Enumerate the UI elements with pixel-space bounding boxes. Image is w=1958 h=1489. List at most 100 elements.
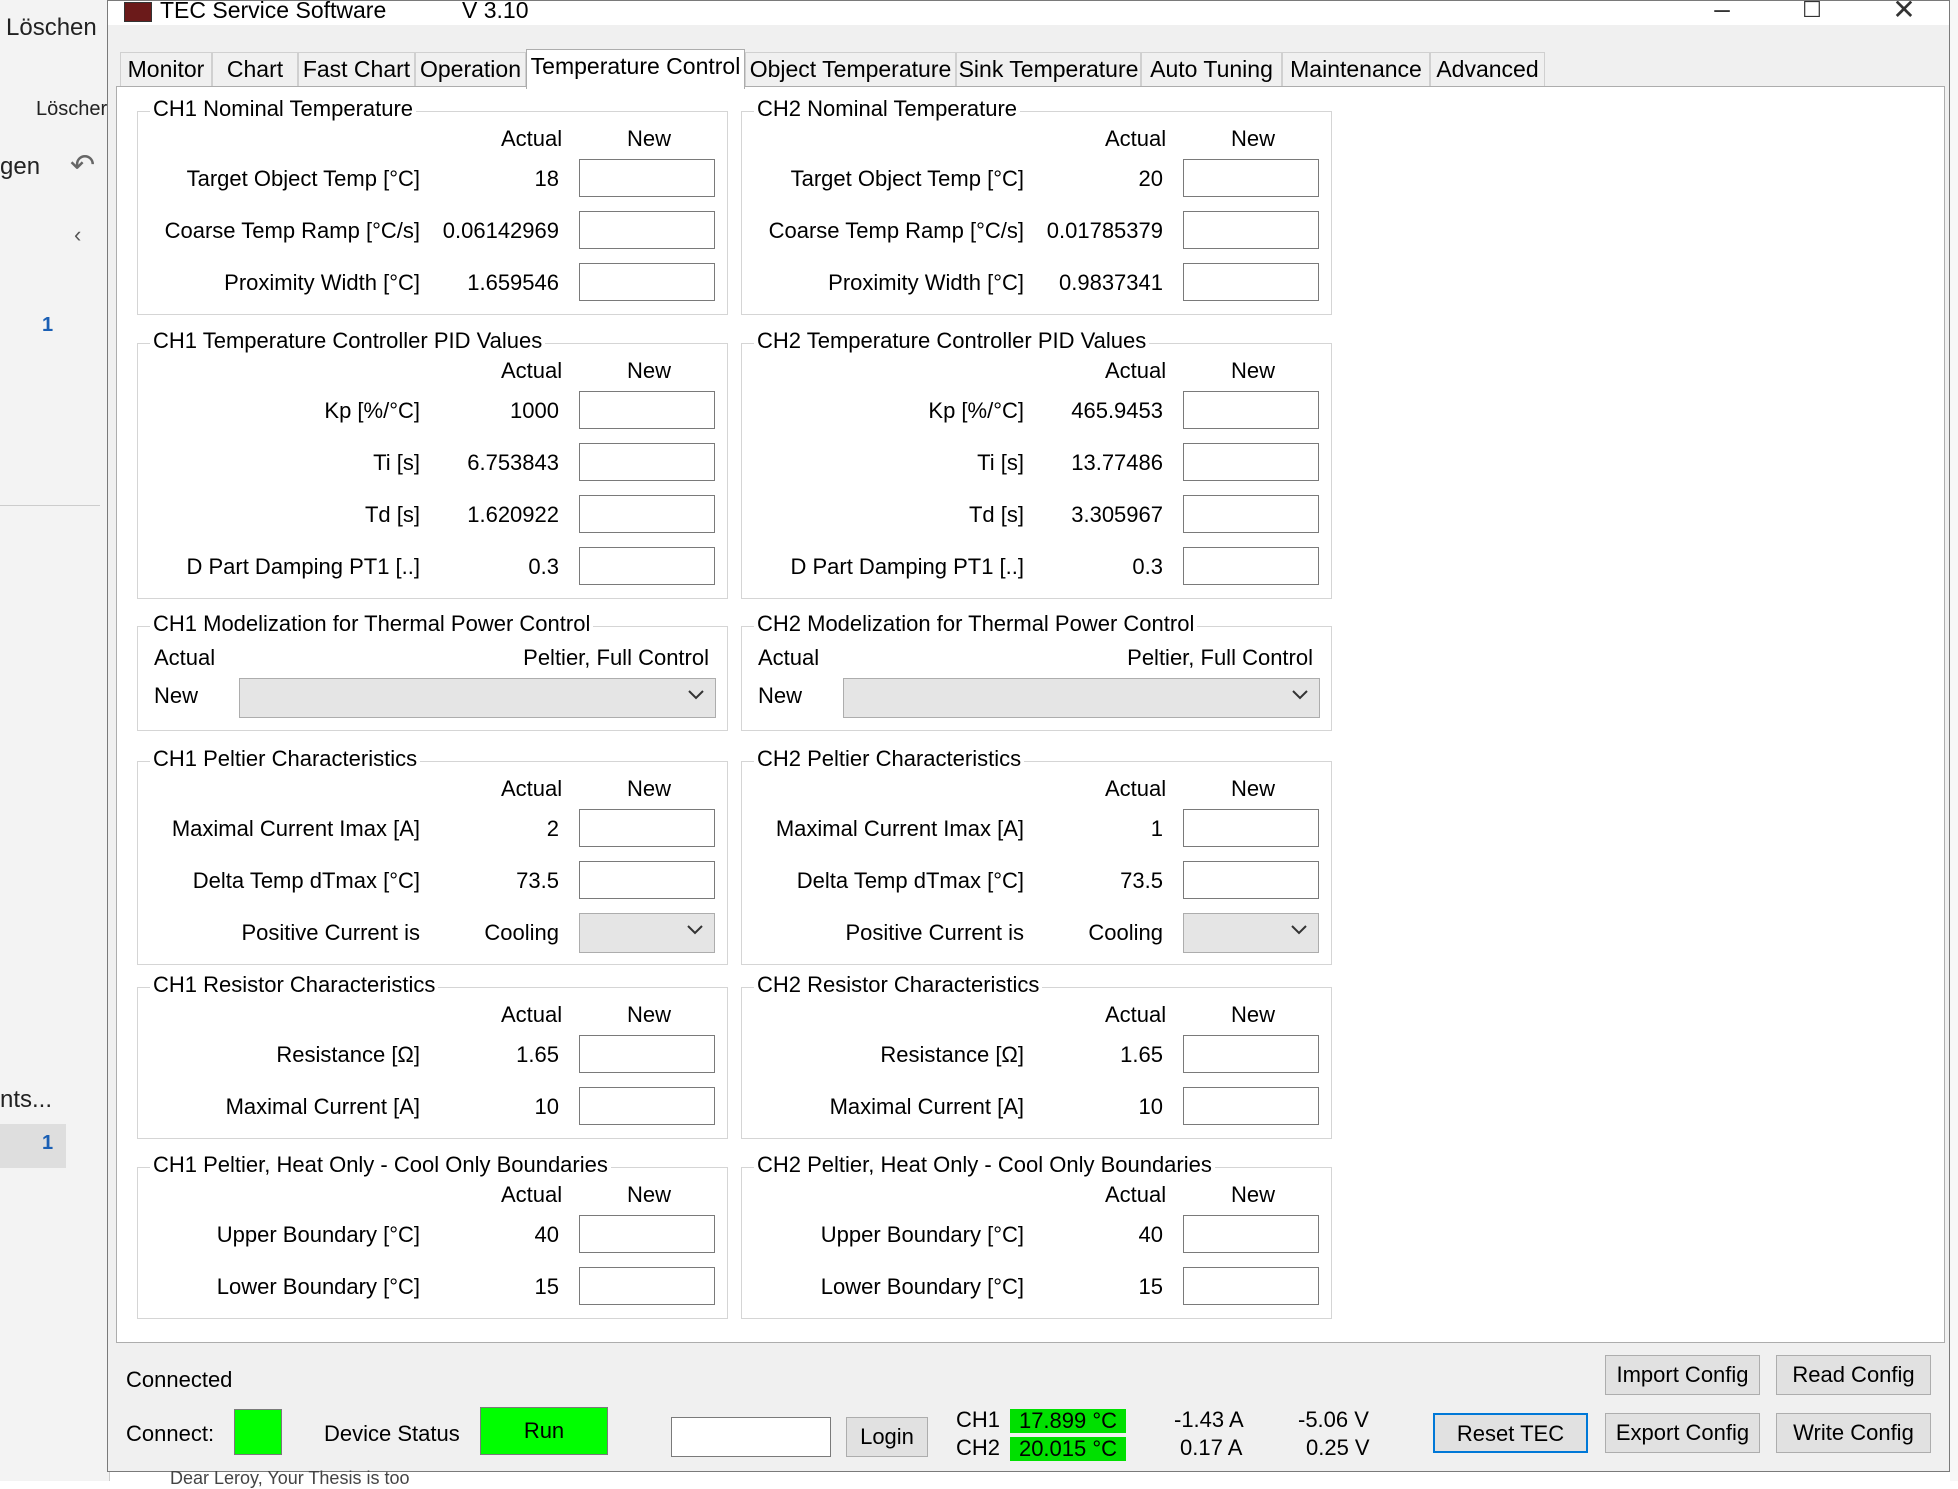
tab-maintenance[interactable]: Maintenance	[1282, 52, 1430, 87]
positive-current-value: Cooling	[1088, 920, 1163, 945]
model-new-select[interactable]	[843, 678, 1320, 718]
device-status-value: Run	[523, 1418, 565, 1443]
proximity-width-input[interactable]	[1183, 263, 1319, 301]
coarse-temp-ramp-label: Coarse Temp Ramp [°C/s]	[164, 218, 420, 243]
delta-temp-input[interactable]	[579, 861, 715, 899]
new-header: New	[1231, 1002, 1276, 1027]
ch2-model-group: CH2 Modelization for Thermal Power Contr…	[741, 611, 1332, 731]
tab-advanced[interactable]: Advanced	[1430, 52, 1545, 87]
positive-current-label: Positive Current is	[241, 920, 420, 945]
d-part-damping-value: 0.3	[1132, 554, 1163, 579]
tab-strip: Monitor Chart Fast Chart Operation Tempe…	[120, 49, 1660, 89]
kp-input[interactable]	[579, 391, 715, 429]
kp-input[interactable]	[1183, 391, 1319, 429]
read-config-button[interactable]: Read Config	[1776, 1355, 1931, 1395]
background-app: Löschen Löscher gen ↶ ‹ 1 nts... 1	[0, 0, 110, 1481]
group-title: CH2 Resistor Characteristics	[754, 972, 1043, 998]
resistance-input[interactable]	[579, 1035, 715, 1073]
password-input[interactable]	[671, 1417, 831, 1457]
tab-chart[interactable]: Chart	[212, 52, 298, 87]
target-object-temp-value: 20	[1138, 166, 1163, 191]
max-current-label: Maximal Current [A]	[225, 1094, 420, 1119]
title-bar: TEC Service Software V 3.10 – ☐ ✕	[108, 1, 1949, 25]
new-header: New	[1231, 1182, 1276, 1207]
new-header: New	[1231, 776, 1276, 801]
tab-monitor[interactable]: Monitor	[120, 52, 212, 87]
max-current-input[interactable]	[579, 1087, 715, 1125]
max-current-imax-label: Maximal Current Imax [A]	[775, 816, 1024, 841]
td-input[interactable]	[579, 495, 715, 533]
close-icon[interactable]: ✕	[1884, 1, 1924, 25]
ch2-pid-group: CH2 Temperature Controller PID Values Ac…	[741, 328, 1332, 599]
divider	[0, 505, 100, 506]
coarse-temp-ramp-input[interactable]	[1183, 211, 1319, 249]
ti-input[interactable]	[579, 443, 715, 481]
chevron-left-icon[interactable]: ‹	[74, 222, 81, 248]
max-current-imax-input[interactable]	[1183, 809, 1319, 847]
positive-current-select[interactable]	[1183, 913, 1319, 953]
import-config-button[interactable]: Import Config	[1605, 1355, 1760, 1395]
coarse-temp-ramp-input[interactable]	[579, 211, 715, 249]
minimize-icon[interactable]: –	[1702, 1, 1742, 24]
delta-temp-label: Delta Temp dTmax [°C]	[192, 868, 420, 893]
actual-header: Actual	[1105, 358, 1167, 383]
tab-fast-chart[interactable]: Fast Chart	[298, 52, 415, 87]
model-new-select[interactable]	[239, 678, 716, 718]
tab-auto-tuning[interactable]: Auto Tuning	[1141, 52, 1282, 87]
coarse-temp-ramp-value: 0.06142969	[442, 218, 559, 243]
lower-boundary-input[interactable]	[579, 1267, 715, 1305]
delete-sub-label: Löscher	[36, 98, 108, 120]
resistance-input[interactable]	[1183, 1035, 1319, 1073]
td-input[interactable]	[1183, 495, 1319, 533]
upper-boundary-input[interactable]	[579, 1215, 715, 1253]
export-config-button[interactable]: Export Config	[1605, 1413, 1760, 1453]
ti-input[interactable]	[1183, 443, 1319, 481]
upper-boundary-input[interactable]	[1183, 1215, 1319, 1253]
write-config-button[interactable]: Write Config	[1776, 1413, 1931, 1453]
ch2-temp-display: 20.015 °C	[1010, 1437, 1126, 1461]
coarse-temp-ramp-value: 0.01785379	[1046, 218, 1163, 243]
max-current-imax-input[interactable]	[579, 809, 715, 847]
positive-current-select[interactable]	[579, 913, 715, 953]
max-current-imax-value: 1	[1150, 816, 1163, 841]
new-header: New	[627, 1002, 672, 1027]
lower-boundary-input[interactable]	[1183, 1267, 1319, 1305]
positive-current-label: Positive Current is	[845, 920, 1024, 945]
proximity-width-value: 1.659546	[467, 270, 559, 295]
delete-label[interactable]: Löschen	[6, 14, 97, 42]
delta-temp-label: Delta Temp dTmax [°C]	[796, 868, 1024, 893]
tab-sink-temperature[interactable]: Sink Temperature	[956, 52, 1141, 87]
target-object-temp-value: 18	[534, 166, 559, 191]
selected-item[interactable]: 1	[0, 1124, 66, 1168]
count-1: 1	[42, 314, 54, 336]
max-current-input[interactable]	[1183, 1087, 1319, 1125]
new-header: New	[627, 1182, 672, 1207]
ti-label: Ti [s]	[977, 450, 1024, 475]
model-new-label: New	[154, 683, 199, 708]
tab-object-temperature[interactable]: Object Temperature	[745, 52, 956, 87]
proximity-width-input[interactable]	[579, 263, 715, 301]
chevron-down-icon	[1292, 690, 1308, 700]
tab-temperature-control[interactable]: Temperature Control	[526, 49, 745, 89]
maximize-icon[interactable]: ☐	[1792, 1, 1832, 27]
login-button[interactable]: Login	[846, 1417, 928, 1457]
tab-operation[interactable]: Operation	[415, 52, 526, 87]
partial-label: gen	[0, 153, 41, 180]
count-2: 1	[42, 1132, 54, 1154]
upper-boundary-value: 40	[1138, 1222, 1163, 1247]
d-part-damping-input[interactable]	[1183, 547, 1319, 585]
model-new-label: New	[758, 683, 803, 708]
kp-label: Kp [%/°C]	[928, 398, 1024, 423]
target-object-temp-input[interactable]	[1183, 159, 1319, 197]
actual-header: Actual	[1105, 126, 1167, 151]
lower-boundary-label: Lower Boundary [°C]	[216, 1274, 420, 1299]
ch1-resistor-group: CH1 Resistor Characteristics Actual New …	[137, 972, 728, 1139]
d-part-damping-input[interactable]	[579, 547, 715, 585]
d-part-damping-value: 0.3	[528, 554, 559, 579]
proximity-width-label: Proximity Width [°C]	[224, 270, 420, 295]
max-current-value: 10	[534, 1094, 559, 1119]
reset-tec-button[interactable]: Reset TEC	[1433, 1413, 1588, 1453]
delta-temp-input[interactable]	[1183, 861, 1319, 899]
target-object-temp-input[interactable]	[579, 159, 715, 197]
undo-icon[interactable]: ↶	[70, 148, 95, 183]
